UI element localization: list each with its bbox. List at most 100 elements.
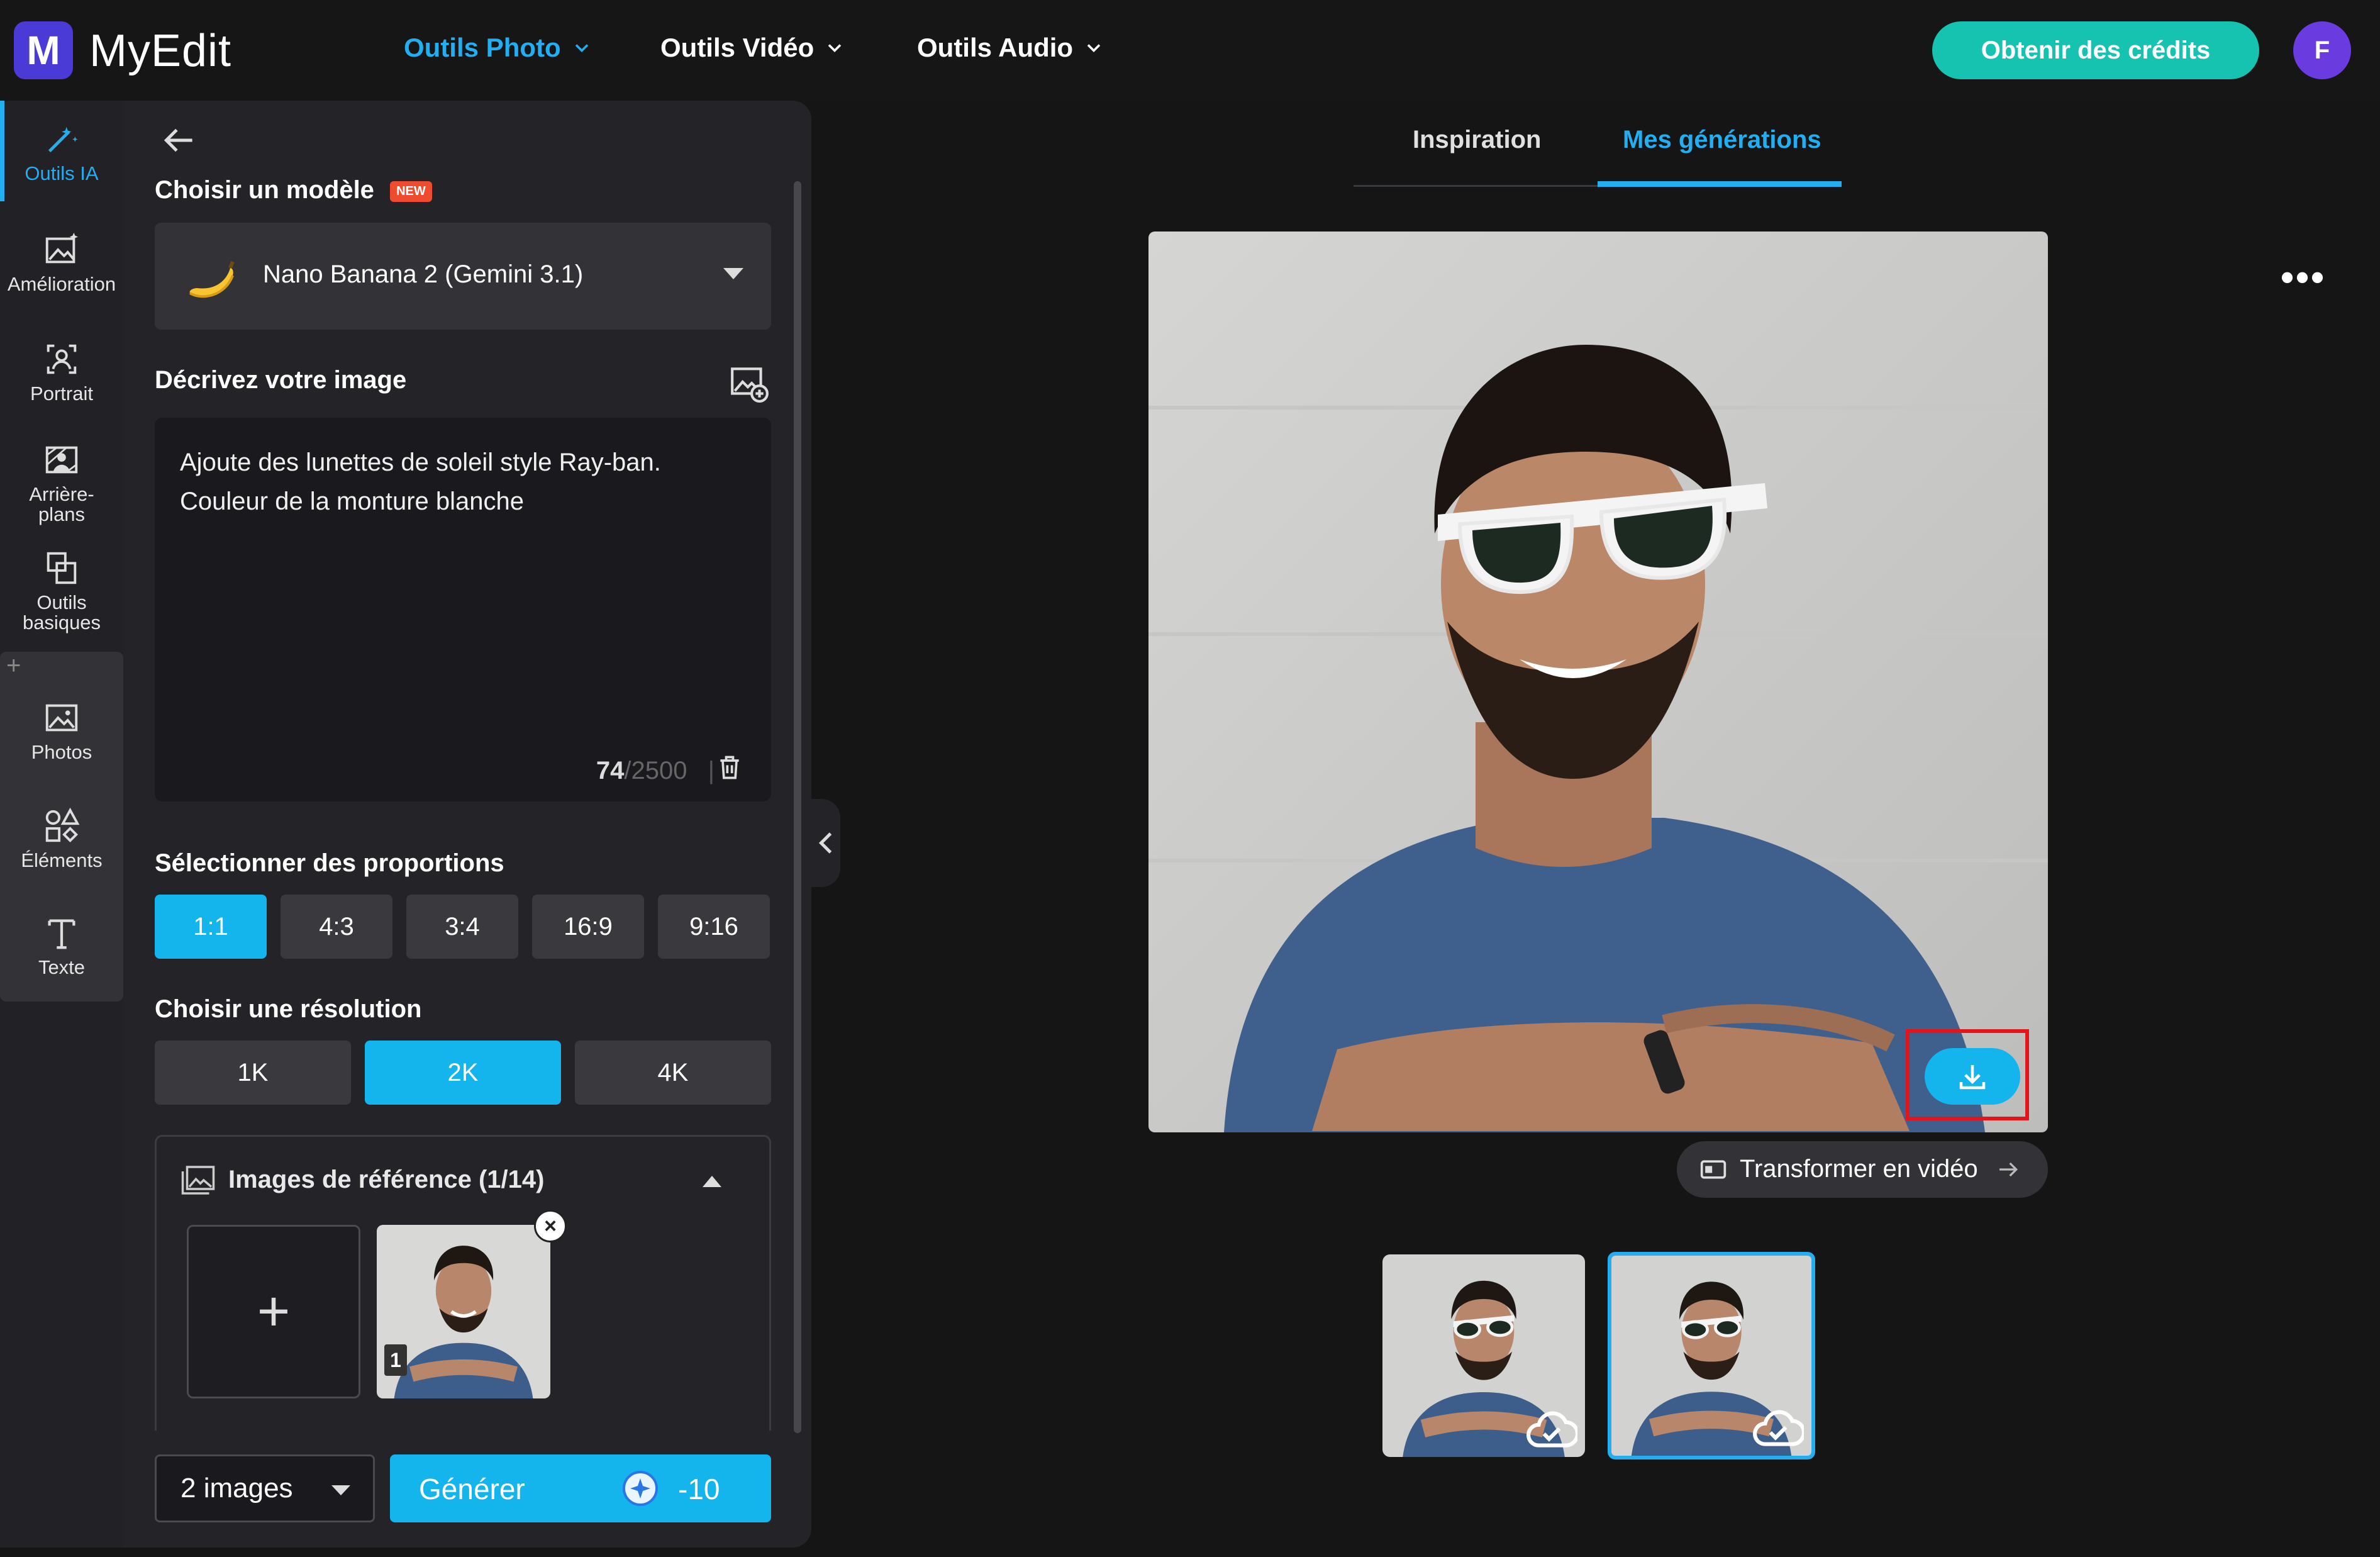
transform-to-video-label: Transformer en vidéo bbox=[1740, 1155, 1978, 1183]
rail-label: Outils basiques bbox=[22, 591, 101, 633]
brand-name[interactable]: MyEdit bbox=[89, 25, 231, 77]
model-section-title: Choisir un modèle NEW bbox=[155, 176, 432, 204]
rail-label: Éléments bbox=[21, 849, 103, 871]
rail-label: Texte bbox=[38, 956, 86, 978]
new-badge: NEW bbox=[390, 181, 432, 202]
generation-thumbnail-2[interactable] bbox=[1608, 1252, 1815, 1459]
rail-item-texte[interactable]: Texte bbox=[0, 913, 123, 978]
rail-item-outils-basiques[interactable]: Outils basiques bbox=[0, 549, 123, 633]
ratio-16-9-button[interactable]: 16:9 bbox=[532, 895, 644, 959]
nav-outils-photo[interactable]: Outils Photo bbox=[404, 33, 591, 63]
prompt-textarea[interactable]: Ajoute des lunettes de soleil style Ray-… bbox=[155, 418, 771, 801]
rail-item-portrait[interactable]: Portrait bbox=[0, 340, 123, 404]
credit-coin-icon bbox=[623, 1471, 658, 1506]
transform-to-video-button[interactable]: Transformer en vidéo bbox=[1677, 1141, 2048, 1198]
myedit-logo[interactable]: M bbox=[14, 21, 73, 79]
chevron-down-icon bbox=[828, 44, 842, 53]
char-counter: 74/2500 | bbox=[596, 757, 715, 785]
background-icon bbox=[45, 446, 78, 474]
crop-icon bbox=[47, 552, 77, 584]
remove-reference-button[interactable]: × bbox=[534, 1210, 567, 1242]
download-button[interactable] bbox=[1925, 1048, 2020, 1105]
generate-button[interactable]: Générer -10 bbox=[390, 1454, 771, 1522]
elements-icon bbox=[45, 807, 80, 842]
rail-item-arriere-plans[interactable]: Arrière- plans bbox=[0, 440, 123, 525]
ratio-4-3-button[interactable]: 4:3 bbox=[281, 895, 392, 959]
chevron-down-icon bbox=[575, 44, 588, 53]
resolution-label: Choisir une résolution bbox=[155, 995, 422, 1023]
rail-label: Arrière- plans bbox=[29, 483, 94, 525]
more-options-icon[interactable]: ••• bbox=[2281, 255, 2326, 299]
generation-thumbnail-1[interactable] bbox=[1382, 1254, 1585, 1457]
rail-item-amelioration[interactable]: Amélioration bbox=[0, 230, 123, 294]
nav-outils-video[interactable]: Outils Vidéo bbox=[660, 33, 844, 63]
prompt-text: Ajoute des lunettes de soleil style Ray-… bbox=[180, 449, 661, 515]
generate-cost: -10 bbox=[678, 1473, 720, 1505]
char-max: /2500 bbox=[624, 757, 687, 784]
caret-down-icon bbox=[723, 268, 743, 279]
rail-plus-icon: + bbox=[6, 652, 21, 679]
nav-outils-audio[interactable]: Outils Audio bbox=[917, 33, 1103, 63]
tab-mes-generations[interactable]: Mes générations bbox=[1623, 126, 1821, 154]
tab-active-indicator bbox=[1598, 181, 1842, 187]
ratio-3-4-button[interactable]: 3:4 bbox=[406, 895, 518, 959]
resolution-4k-button[interactable]: 4K bbox=[575, 1041, 771, 1105]
get-credits-button[interactable]: Obtenir des crédits bbox=[1932, 21, 2259, 79]
download-icon bbox=[1959, 1065, 1986, 1090]
back-arrow-icon[interactable] bbox=[158, 120, 200, 161]
image-sparkle-icon bbox=[45, 232, 78, 264]
proportions-label: Sélectionner des proportions bbox=[155, 849, 504, 877]
resolution-1k-button[interactable]: 1K bbox=[155, 1041, 351, 1105]
rail-item-photos[interactable]: Photos bbox=[0, 698, 123, 762]
ratio-1-1-button[interactable]: 1:1 bbox=[155, 895, 267, 959]
trash-icon[interactable] bbox=[716, 754, 743, 781]
describe-label: Décrivez votre image bbox=[155, 366, 407, 394]
collapse-panel-button[interactable] bbox=[811, 799, 840, 887]
rail-item-elements[interactable]: Éléments bbox=[0, 806, 123, 871]
nav-label: Outils Photo bbox=[404, 33, 561, 62]
generated-image[interactable] bbox=[1148, 232, 2048, 1132]
model-select[interactable]: Nano Banana 2 (Gemini 3.1) bbox=[155, 223, 771, 330]
rail-label: Amélioration bbox=[7, 273, 116, 295]
proportions-group: 1:1 4:3 3:4 16:9 9:16 bbox=[155, 895, 770, 959]
image-count-value: 2 images bbox=[181, 1473, 293, 1504]
image-add-icon[interactable] bbox=[728, 362, 770, 404]
generate-label: Générer bbox=[419, 1473, 525, 1505]
chevron-left-icon bbox=[818, 832, 832, 854]
rail-label: Portrait bbox=[30, 382, 93, 405]
magic-wand-icon bbox=[48, 126, 78, 153]
ratio-9-16-button[interactable]: 9:16 bbox=[658, 895, 770, 959]
reference-images-title: Images de référence (1/14) bbox=[228, 1166, 545, 1193]
rail-label: Photos bbox=[31, 741, 92, 763]
nav-label: Outils Vidéo bbox=[660, 33, 815, 62]
add-reference-image-button[interactable]: + bbox=[187, 1225, 360, 1398]
reference-images-icon bbox=[181, 1166, 215, 1195]
rail-item-outils-ia[interactable]: Outils IA bbox=[0, 120, 123, 184]
arrow-right-icon bbox=[1999, 1162, 2018, 1177]
user-avatar[interactable]: F bbox=[2293, 21, 2351, 79]
top-bar: M MyEdit Outils Photo Outils Vidéo Outil… bbox=[0, 0, 2380, 101]
photos-icon bbox=[45, 704, 78, 732]
counter-separator: | bbox=[708, 757, 715, 784]
text-icon bbox=[48, 919, 75, 949]
chevron-down-icon bbox=[1087, 44, 1101, 53]
tab-inspiration[interactable]: Inspiration bbox=[1413, 126, 1541, 154]
rail-label: Outils IA bbox=[25, 162, 99, 184]
banana-icon bbox=[189, 260, 235, 298]
cloud-saved-icon bbox=[1753, 1410, 1804, 1446]
collapse-caret-icon[interactable] bbox=[703, 1176, 721, 1187]
app-root: M MyEdit Outils Photo Outils Vidéo Outil… bbox=[0, 0, 2380, 1557]
reference-images-section: Images de référence (1/14) + × 1 bbox=[155, 1135, 771, 1431]
portrait-icon bbox=[47, 344, 77, 374]
reference-index-badge: 1 bbox=[384, 1344, 407, 1376]
char-count: 74 bbox=[596, 757, 625, 784]
panel-scrollbar[interactable] bbox=[794, 181, 801, 1433]
image-count-select[interactable]: 2 images bbox=[155, 1454, 375, 1522]
cloud-saved-icon bbox=[1526, 1411, 1577, 1448]
nav-label: Outils Audio bbox=[917, 33, 1074, 62]
resolution-2k-button[interactable]: 2K bbox=[365, 1041, 561, 1105]
model-label: Choisir un modèle bbox=[155, 176, 374, 204]
caret-down-icon bbox=[331, 1485, 350, 1495]
resolution-group: 1K 2K 4K bbox=[155, 1041, 771, 1105]
model-name: Nano Banana 2 (Gemini 3.1) bbox=[263, 260, 584, 288]
